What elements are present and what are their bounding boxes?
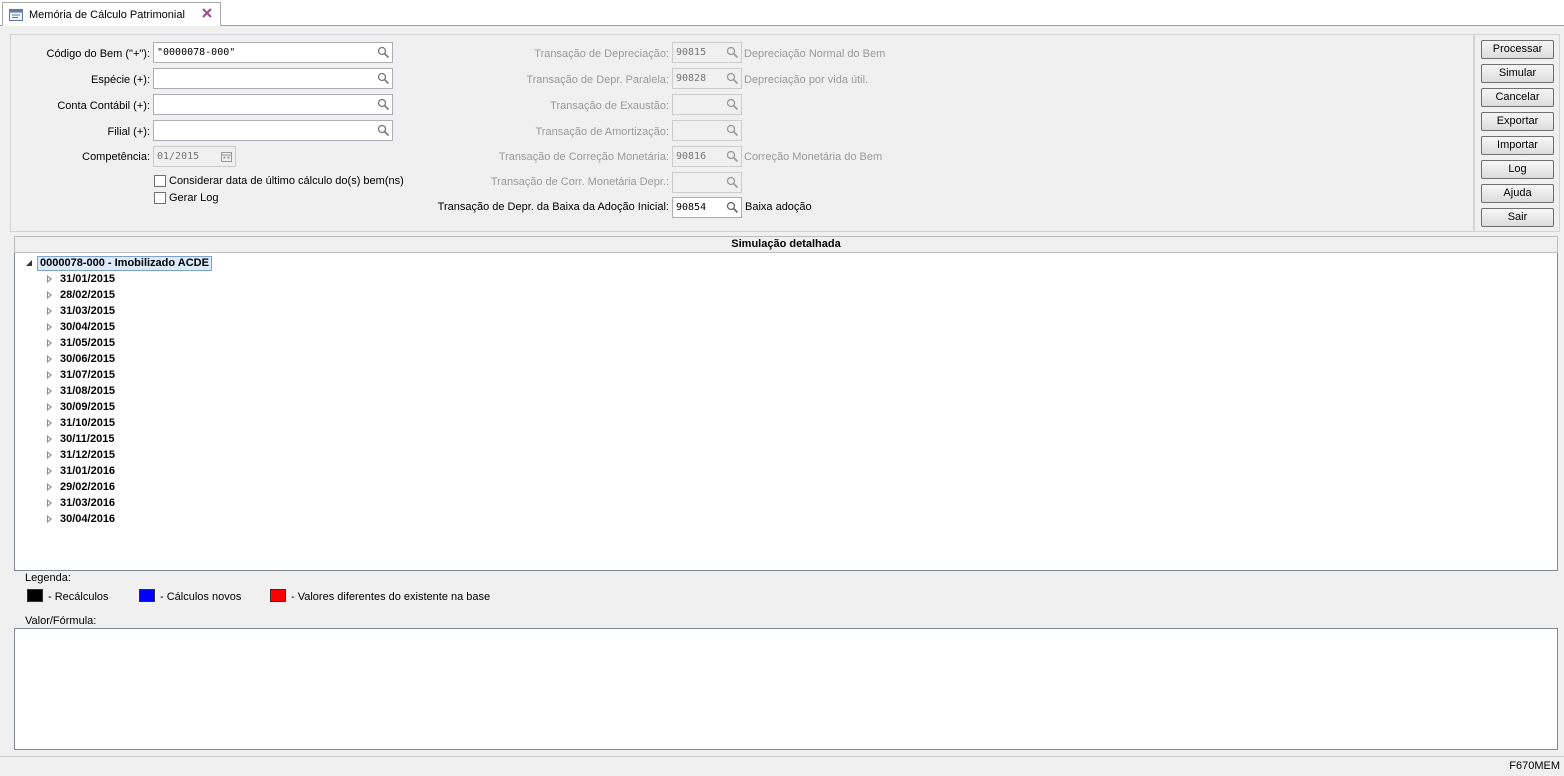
search-icon[interactable] — [377, 72, 390, 85]
transacao-baixa-adocao-input[interactable]: 90854 — [672, 197, 742, 218]
transacao-depreciacao-label: Transação de Depreciação: — [534, 48, 669, 60]
expand-arrow-icon[interactable] — [47, 371, 52, 379]
transacao-corr-monetaria-depr-label: Transação de Corr. Monetária Depr.: — [490, 176, 669, 188]
processar-button[interactable]: Processar — [1481, 40, 1554, 59]
expand-arrow-icon[interactable] — [47, 467, 52, 475]
search-icon[interactable] — [726, 124, 739, 137]
transacao-depreciacao-desc: Depreciação Normal do Bem — [744, 48, 886, 60]
status-bar: F670MEM — [0, 756, 1564, 776]
transacao-correcao-monetaria-label: Transação de Correção Monetária: — [498, 151, 669, 163]
legend-label-calculos-novos: - Cálculos novos — [160, 591, 242, 603]
conta-contabil-input[interactable] — [153, 94, 393, 115]
expand-arrow-icon[interactable] — [47, 499, 52, 507]
transacao-exaustao-input[interactable] — [672, 94, 742, 115]
form-window-icon — [9, 8, 23, 21]
search-icon[interactable] — [726, 72, 739, 85]
considerar-data-checkbox[interactable] — [154, 175, 166, 187]
legend-title: Legenda: — [25, 572, 71, 584]
legend-swatch-blue — [139, 589, 155, 602]
filial-input[interactable] — [153, 120, 393, 141]
expand-arrow-icon[interactable] — [47, 403, 52, 411]
transacao-corr-monetaria-depr-input[interactable] — [672, 172, 742, 193]
search-icon[interactable] — [377, 46, 390, 59]
transacao-depreciacao-input[interactable]: 90815 — [672, 42, 742, 63]
codigo-bem-input[interactable]: "0000078-000" — [153, 42, 393, 63]
expand-arrow-icon[interactable] — [47, 419, 52, 427]
expand-arrow-icon[interactable] — [47, 323, 52, 331]
legend-label-valores-diferentes: - Valores diferentes do existente na bas… — [291, 591, 491, 603]
tree-root-node[interactable]: 0000078-000 - Imobilizado ACDE — [37, 256, 212, 271]
close-x-icon[interactable] — [201, 7, 213, 21]
especie-input[interactable] — [153, 68, 393, 89]
gerar-log-label: Gerar Log — [169, 192, 219, 204]
transacao-amortizacao-label: Transação de Amortização: — [535, 126, 670, 138]
importar-button[interactable]: Importar — [1481, 136, 1554, 155]
ajuda-button[interactable]: Ajuda — [1481, 184, 1554, 203]
formula-textarea[interactable] — [14, 628, 1558, 750]
codigo-bem-label: Código do Bem ("+"): — [46, 48, 151, 60]
collapse-arrow-icon[interactable] — [26, 260, 32, 266]
calendar-icon[interactable] — [220, 150, 233, 163]
transacao-baixa-adocao-label: Transação de Depr. da Baixa da Adoção In… — [437, 201, 669, 213]
especie-label: Espécie (+): — [91, 74, 150, 86]
tab-title: Memória de Cálculo Patrimonial — [29, 8, 185, 21]
search-icon[interactable] — [726, 201, 739, 214]
search-icon[interactable] — [726, 46, 739, 59]
tab-memoria-calculo[interactable]: Memória de Cálculo Patrimonial — [2, 2, 221, 26]
expand-arrow-icon[interactable] — [47, 275, 52, 283]
transacao-depr-paralela-label: Transação de Depr. Paralela: — [526, 74, 669, 86]
search-icon[interactable] — [726, 98, 739, 111]
formula-title: Valor/Fórmula: — [25, 615, 97, 627]
conta-contabil-label: Conta Contábil (+): — [57, 100, 150, 112]
expand-arrow-icon[interactable] — [47, 355, 52, 363]
exportar-button[interactable]: Exportar — [1481, 112, 1554, 131]
expand-arrow-icon[interactable] — [47, 291, 52, 299]
transacao-baixa-adocao-desc: Baixa adoção — [745, 201, 812, 213]
expand-arrow-icon[interactable] — [47, 387, 52, 395]
search-icon[interactable] — [377, 98, 390, 111]
simulation-tree[interactable]: 0000078-000 - Imobilizado ACDE 31/01/201… — [14, 253, 1558, 571]
considerar-data-label: Considerar data de último cálculo do(s) … — [169, 175, 404, 187]
simular-button[interactable]: Simular — [1481, 64, 1554, 83]
tab-bar: Memória de Cálculo Patrimonial — [0, 0, 1564, 26]
competencia-input[interactable]: 01/2015 — [153, 146, 236, 167]
expand-arrow-icon[interactable] — [47, 451, 52, 459]
transacao-correcao-monetaria-desc: Correção Monetária do Bem — [744, 151, 883, 163]
search-icon[interactable] — [726, 150, 739, 163]
expand-arrow-icon[interactable] — [47, 435, 52, 443]
legend-swatch-red — [270, 589, 286, 602]
gerar-log-checkbox[interactable] — [154, 192, 166, 204]
transacao-correcao-monetaria-input[interactable]: 90816 — [672, 146, 742, 167]
sair-button[interactable]: Sair — [1481, 208, 1554, 227]
transacao-depr-paralela-desc: Depreciação por vida útil. — [744, 74, 869, 86]
search-icon[interactable] — [726, 176, 739, 189]
simulacao-detalhada-header: Simulação detalhada — [14, 236, 1558, 253]
cancelar-button[interactable]: Cancelar — [1481, 88, 1554, 107]
filial-label: Filial (+): — [107, 126, 150, 138]
search-icon[interactable] — [377, 124, 390, 137]
legend-label-recalculos: - Recálculos — [48, 591, 109, 603]
legend-swatch-black — [27, 589, 43, 602]
expand-arrow-icon[interactable] — [47, 483, 52, 491]
transacao-depr-paralela-input[interactable]: 90828 — [672, 68, 742, 89]
competencia-label: Competência: — [82, 151, 150, 163]
expand-arrow-icon[interactable] — [47, 515, 52, 523]
transacao-amortizacao-input[interactable] — [672, 120, 742, 141]
log-button[interactable]: Log — [1481, 160, 1554, 179]
expand-arrow-icon[interactable] — [47, 339, 52, 347]
screen-code: F670MEM — [1509, 760, 1560, 772]
expand-arrow-icon[interactable] — [47, 307, 52, 315]
transacao-exaustao-label: Transação de Exaustão: — [550, 100, 669, 112]
